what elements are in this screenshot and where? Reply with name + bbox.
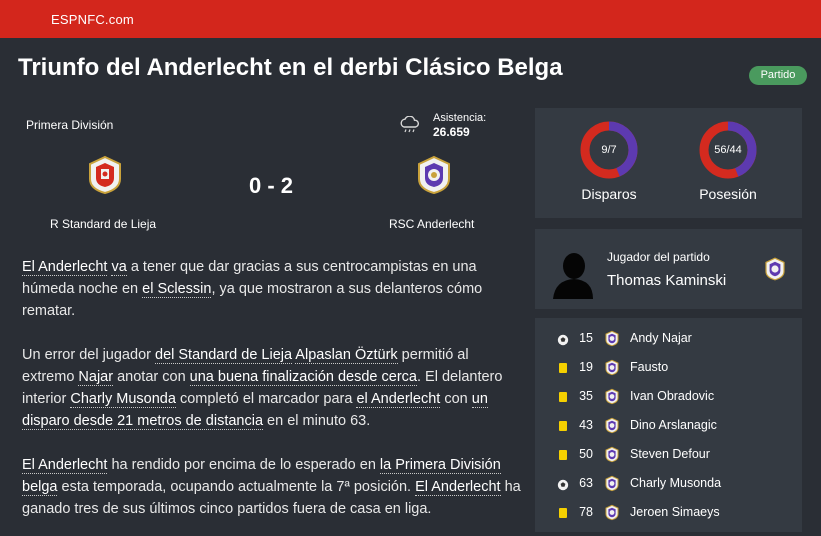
event-minute: 35 [579,389,593,403]
competition-label: Primera División [26,118,114,132]
event-player-name[interactable]: Steven Defour [630,447,710,461]
event-player-name[interactable]: Ivan Obradovic [630,389,714,403]
event-minute: 50 [579,447,593,461]
player-of-match-name[interactable]: Thomas Kaminski [607,272,726,289]
article-link[interactable]: Charly Musonda [70,391,176,408]
home-team-name[interactable]: R Standard de Lieja [50,217,156,231]
article-paragraph: Un error del jugador del Standard de Lie… [22,344,522,432]
article-link[interactable]: El Anderlecht [22,457,108,474]
player-silhouette-icon [553,253,593,299]
player-of-match-panel[interactable]: Jugador del partido Thomas Kaminski [535,229,802,309]
event-row: 50 Steven Defour [535,440,802,469]
ball-icon [557,333,569,346]
event-player-name[interactable]: Jeroen Simaeys [630,505,720,519]
event-player-name[interactable]: Charly Musonda [630,476,721,490]
match-events-panel: 15 Andy Najar 19 Fausto 35 Ivan Obradovic 43 Di… [535,318,802,532]
event-row: 35 Ivan Obradovic [535,382,802,411]
article-link[interactable]: el Sclessin [142,281,212,298]
event-row: 63 Charly Musonda [535,469,802,498]
match-stats-panel: 9/7 Disparos 56/44 Posesión [535,108,802,218]
top-bar: ESPNFC.com [0,0,821,38]
yellow-card-icon [559,421,567,431]
article-link[interactable]: Najar [78,369,114,386]
article-paragraph: El Anderlecht ha rendido por encima de l… [22,454,522,520]
article-text: Un error del jugador [22,347,155,363]
article-link[interactable]: va [111,259,127,276]
article-text: completó el marcador para [175,391,357,407]
possession-label: Posesión [699,186,757,202]
article-link[interactable]: El Anderlecht [22,259,108,276]
article-link[interactable]: del Standard de Lieja [155,347,293,364]
article-text: anotar con [113,369,190,385]
shots-value: 9/7 [601,144,617,156]
event-row: 43 Dino Arslanagic [535,411,802,440]
event-row: 15 Andy Najar [535,324,802,353]
anderlecht-crest-icon [604,475,620,492]
anderlecht-crest-icon [765,257,785,281]
away-team-name[interactable]: RSC Anderlecht [389,217,474,231]
event-minute: 19 [579,360,593,374]
event-minute: 78 [579,505,593,519]
page-title: Triunfo del Anderlecht en el derbi Clási… [18,54,563,81]
event-row: 78 Jeroen Simaeys [535,498,802,527]
article-paragraph: El Anderlecht va a tener que dar gracias… [22,256,522,322]
article-link[interactable]: Alpaslan Öztürk [295,347,398,364]
match-score: 0 - 2 [248,173,294,198]
cloud-rain-icon [400,116,419,133]
status-badge: Partido [749,66,807,85]
player-of-match-title: Jugador del partido [607,250,710,264]
article-body: El Anderlecht va a tener que dar gracias… [22,256,522,536]
yellow-card-icon [559,508,567,518]
possession-value: 56/44 [714,144,742,156]
event-player-name[interactable]: Dino Arslanagic [630,418,717,432]
event-minute: 63 [579,476,593,490]
ball-icon [557,478,569,491]
article-link[interactable]: una buena finalización desde cerca [189,369,417,386]
anderlecht-crest-icon [604,504,620,521]
article-text: en el minuto 63. [263,413,371,429]
anderlecht-crest-icon [604,388,620,405]
event-row: 19 Fausto [535,353,802,382]
anderlecht-crest-icon [604,359,620,376]
attendance-label: Asistencia: [433,112,487,124]
anderlecht-crest-icon [604,417,620,434]
yellow-card-icon [559,363,567,373]
anderlecht-crest-icon [604,330,620,347]
article-link[interactable]: el Anderlecht [356,391,441,408]
article-text: esta temporada, ocupando actualmente la … [57,479,416,495]
attendance-value: 26.659 [433,125,470,139]
article-text: ha rendido por encima de lo esperado en [107,457,380,473]
shots-label: Disparos [581,186,637,202]
event-player-name[interactable]: Andy Najar [630,331,692,345]
event-minute: 43 [579,418,593,432]
yellow-card-icon [559,450,567,460]
article-link[interactable]: El Anderlecht [415,479,501,496]
event-player-name[interactable]: Fausto [630,360,668,374]
event-minute: 15 [579,331,593,345]
brand-logo[interactable]: ESPNFC.com [51,12,134,27]
anderlecht-crest-icon [604,446,620,463]
anderlecht-crest-icon[interactable] [414,155,454,195]
yellow-card-icon [559,392,567,402]
article-text: con [440,391,472,407]
standard-crest-icon[interactable] [85,155,125,195]
